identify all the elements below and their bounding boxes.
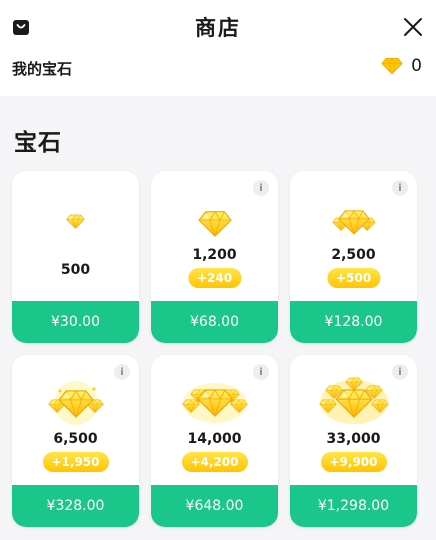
gem-package-card[interactable]: i 1,200 +240 ¥68.00 [151,171,278,343]
top-bar: 商店 我的宝石 0 [0,0,436,96]
price-button[interactable]: ¥328.00 [12,485,139,527]
gem-package-card[interactable]: i 33,000 +9,900 ¥1,298.00 [290,355,417,527]
gem-illustration [12,381,139,427]
gem-package-card[interactable]: i 6,500 +1,950 ¥328.00 [12,355,139,527]
gem-package-card[interactable]: 500 ¥30.00 [12,171,139,343]
gem-package-card[interactable]: i 14,000 +4,200 ¥648.00 [151,355,278,527]
gem-amount: 1,200 [192,247,237,263]
bonus-badge: +240 [187,268,242,288]
bonus-badge: +1,950 [42,452,109,472]
bonus-badge: +9,900 [320,452,387,472]
close-icon[interactable] [402,16,424,38]
gem-illustration [151,210,278,237]
gem-package-card[interactable]: i 2,500 +500 ¥128.00 [290,171,417,343]
diamond-icon [66,214,85,229]
gem-illustration [290,377,417,427]
price-button[interactable]: ¥30.00 [12,301,139,343]
diamond-icon [381,57,403,75]
info-icon[interactable]: i [114,364,130,380]
info-icon[interactable]: i [253,364,269,380]
info-icon[interactable]: i [392,180,408,196]
page-title: 商店 [195,16,241,40]
diamond-icon [331,210,376,235]
gem-amount: 2,500 [331,247,376,263]
gem-illustration [151,379,278,427]
price-button[interactable]: ¥648.00 [151,485,278,527]
my-gems-label: 我的宝石 [12,60,73,78]
diamond-icon [318,377,389,424]
bonus-badge: +4,200 [181,452,248,472]
gem-amount: 500 [60,262,91,278]
info-icon[interactable]: i [253,180,269,196]
price-button[interactable]: ¥1,298.00 [290,485,417,527]
diamond-icon [198,210,232,237]
price-button[interactable]: ¥68.00 [151,301,278,343]
gem-illustration [290,207,417,241]
gem-amount: 33,000 [326,431,381,447]
bonus-badge: +500 [326,268,381,288]
gem-balance: 0 [381,56,422,76]
gem-amount: 14,000 [187,431,242,447]
gem-balance-value: 0 [411,56,422,76]
gem-illustration [12,214,139,229]
diamond-icon [47,381,104,425]
diamond-icon [181,383,248,423]
gem-amount: 6,500 [53,431,98,447]
section-title: 宝石 [14,130,62,156]
price-button[interactable]: ¥128.00 [290,301,417,343]
